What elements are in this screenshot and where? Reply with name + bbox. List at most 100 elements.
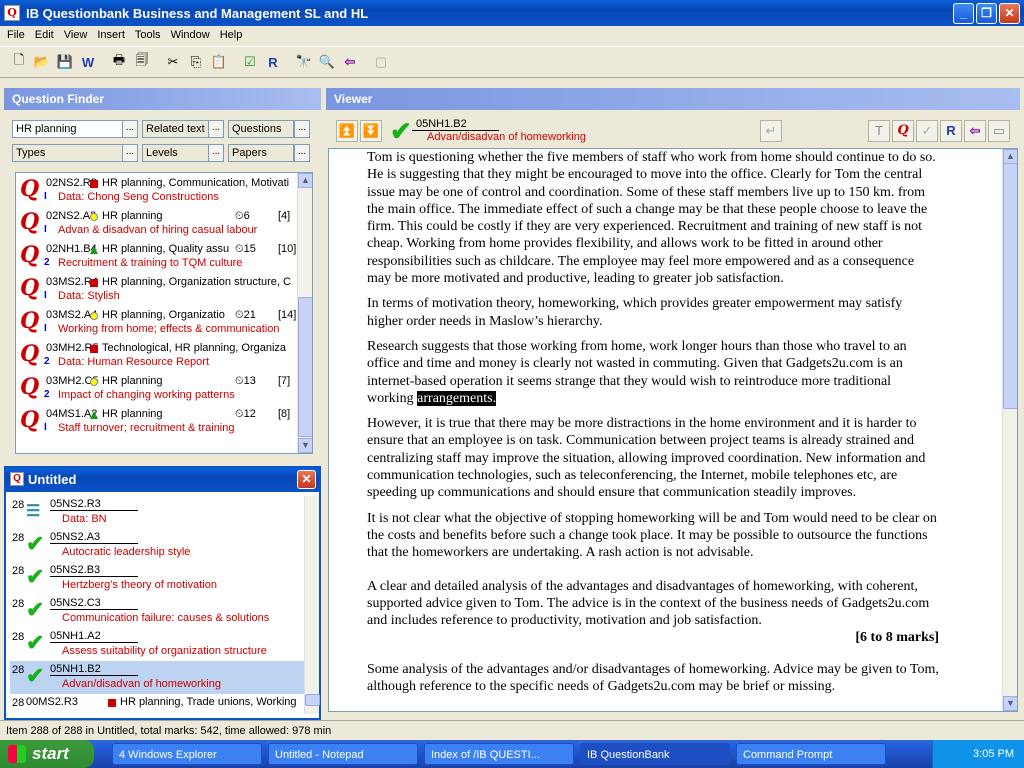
back-arrow-icon[interactable]: ⇦ [964,120,986,142]
task-command-prompt[interactable]: Command Prompt [736,743,886,765]
start-button[interactable]: start [0,740,94,768]
task-questionbank[interactable]: IB QuestionBank [580,743,730,765]
question-time: ⏲21 [235,309,256,321]
untitled-row[interactable]: 28 ✔ 05NS2.B3 Hertzberg's theory of motivat… [10,562,307,595]
report-icon[interactable]: R [940,120,962,142]
papers-filter[interactable]: Papers [228,144,294,162]
types-filter[interactable]: Types [12,144,124,162]
topic-browse-button[interactable]: ... [122,120,138,138]
viewer-scroll-up-icon[interactable]: ▲ [1003,149,1017,164]
viewer-scrollbar[interactable]: ▲ ▼ [1002,149,1017,711]
print-preview-icon[interactable]: 🗐 [131,51,153,73]
question-topic: HR planning, Communication, Motivati [102,177,290,189]
untitled-close-button[interactable]: ✕ [297,470,316,489]
viewer-scroll-down-icon[interactable]: ▼ [1003,696,1017,711]
report-icon[interactable]: R [262,51,284,73]
save-icon[interactable]: 💾 [54,51,76,73]
move-up-icon[interactable]: ⏫ [336,120,358,142]
untitled-scroll-thumb[interactable] [305,694,320,706]
untitled-row[interactable]: 28 ☰ 05NS2.R3 Data: BN [10,496,307,529]
minimize-button[interactable]: _ [953,2,974,24]
word-export-icon[interactable]: W [77,51,99,73]
question-mode-icon[interactable]: Q [892,120,914,142]
untitled-row[interactable]: 28 ✔ 05NS2.A3 Autocratic leadership style [10,529,307,562]
close-button[interactable]: ✕ [999,2,1020,24]
question-desc: Hertzberg's theory of motivation [62,579,217,591]
item-number: 28 [12,565,25,577]
topic-filter[interactable]: HR planning [12,120,124,138]
task-index[interactable]: Index of /IB QUESTI... [424,743,574,765]
related-text-filter[interactable]: Related text [142,120,210,138]
types-browse-button[interactable]: ... [122,144,138,162]
question-icon: Q [10,472,24,486]
paste-icon[interactable]: 📋 [208,51,230,73]
question-row[interactable]: Q 03MH2.C5 HR planning ⏲13 [7] 2 Impact of cha… [16,371,312,404]
status-bar: Item 288 of 288 in Untitled, total marks… [0,720,1024,740]
scroll-down-arrow-icon[interactable]: ▼ [298,438,312,453]
question-row[interactable]: Q 04MS1.A2 HR planning ⏲12 [8] I Staff turnove… [16,404,312,437]
window-icon[interactable]: ▭ [988,120,1010,142]
question-text-area[interactable]: Tom is questioning whether the five memb… [328,148,1018,712]
untitled-row[interactable]: 28 ✔ 05NH1.A2 Assess suitability of organiz… [10,628,307,661]
question-desc: Communication failure: causes & solution… [62,612,270,624]
task-notepad[interactable]: Untitled - Notepad [268,743,418,765]
main-window: Q IB Questionbank Business and Managemen… [0,0,1024,740]
clock[interactable]: 3:05 PM [973,748,1014,760]
title-bar[interactable]: Q IB Questionbank Business and Managemen… [0,0,1024,26]
window-title: IB Questionbank Business and Management … [26,5,369,21]
question-row[interactable]: Q 02NS2.A2 HR planning ⏲6 [4] I Advan & disadv… [16,206,312,239]
system-tray: 3:05 PM [932,740,1024,768]
open-folder-icon[interactable]: 📂 [31,51,53,73]
main-toolbar: 🗋 📂 💾 W 🖶 🗐 ✂ ⎘ 📋 ☑ R 🔭 🔍 ⇦ ▢ [0,46,1024,78]
related-browse-button[interactable]: ... [208,120,224,138]
new-file-icon[interactable]: 🗋 [8,51,30,73]
question-row[interactable]: Q 02NS2.R2 HR planning, Communication, Mot… [16,173,312,206]
questions-filter[interactable]: Questions [228,120,294,138]
selected-text[interactable]: arrangements. [417,390,497,406]
print-icon[interactable]: 🖶 [108,51,130,73]
untitled-title-bar[interactable]: Q Untitled ✕ [6,468,319,492]
questions-browse-button[interactable]: ... [294,120,310,138]
restore-button[interactable]: ❐ [976,2,997,24]
scroll-up-arrow-icon[interactable]: ▲ [298,173,312,188]
menu-insert[interactable]: Insert [92,29,130,41]
zoom-icon[interactable]: 🔍 [316,51,338,73]
windows-logo-icon [8,745,26,763]
question-row[interactable]: Q 03MS2.A4 HR planning, Organizatio ⏲21 [14]… [16,305,312,338]
cut-icon[interactable]: ✂ [162,51,184,73]
question-code: 05NH1.A2 [50,630,138,643]
untitled-scrollbar[interactable] [304,496,320,714]
levels-filter[interactable]: Levels [142,144,210,162]
question-topic: HR planning [102,408,163,420]
item-number: 28 [12,631,25,643]
untitled-row[interactable]: 28 ✔ 05NH1.B2 Advan/disadvan of homeworking [10,661,307,694]
task-explorer[interactable]: 4 Windows Explorer [112,743,262,765]
question-list[interactable]: Q 02NS2.R2 HR planning, Communication, Mot… [15,172,313,454]
untitled-row[interactable]: 28 00MS2.R3 HR planning, Trade unions, Wor… [10,694,307,714]
question-row[interactable]: Q 02NH1.B4 HR planning, Quality assu ⏲15 [10… [16,239,312,272]
find-icon[interactable]: 🔭 [293,51,315,73]
menu-view[interactable]: View [59,29,93,41]
item-number: 28 [12,532,25,544]
question-row[interactable]: Q 03MH2.R5 Technological, HR planning, Org… [16,338,312,371]
question-row[interactable]: Q 03MS2.R4 HR planning, Organization struc… [16,272,312,305]
checklist-icon[interactable]: ☑ [239,51,261,73]
text-icon[interactable]: T [868,120,890,142]
levels-browse-button[interactable]: ... [208,144,224,162]
menu-help[interactable]: Help [215,29,248,41]
menu-tools[interactable]: Tools [130,29,166,41]
red-square-icon [108,699,116,707]
scroll-thumb[interactable] [298,297,312,437]
untitled-list[interactable]: 28 ☰ 05NS2.R3 Data: BN 28 ✔ 05NS2.A3 Autocratic… [10,496,307,714]
red-square-icon [90,279,98,287]
viewer-scroll-thumb[interactable] [1003,163,1017,409]
menu-window[interactable]: Window [166,29,215,41]
copy-icon[interactable]: ⎘ [185,51,207,73]
back-arrow-icon[interactable]: ⇦ [339,51,361,73]
question-icon: Q [20,209,40,235]
menu-file[interactable]: File [2,29,30,41]
menu-edit[interactable]: Edit [30,29,59,41]
untitled-row[interactable]: 28 ✔ 05NS2.C3 Communication failure: causes… [10,595,307,628]
papers-browse-button[interactable]: ... [294,144,310,162]
finder-scrollbar[interactable]: ▲ ▼ [297,173,312,453]
